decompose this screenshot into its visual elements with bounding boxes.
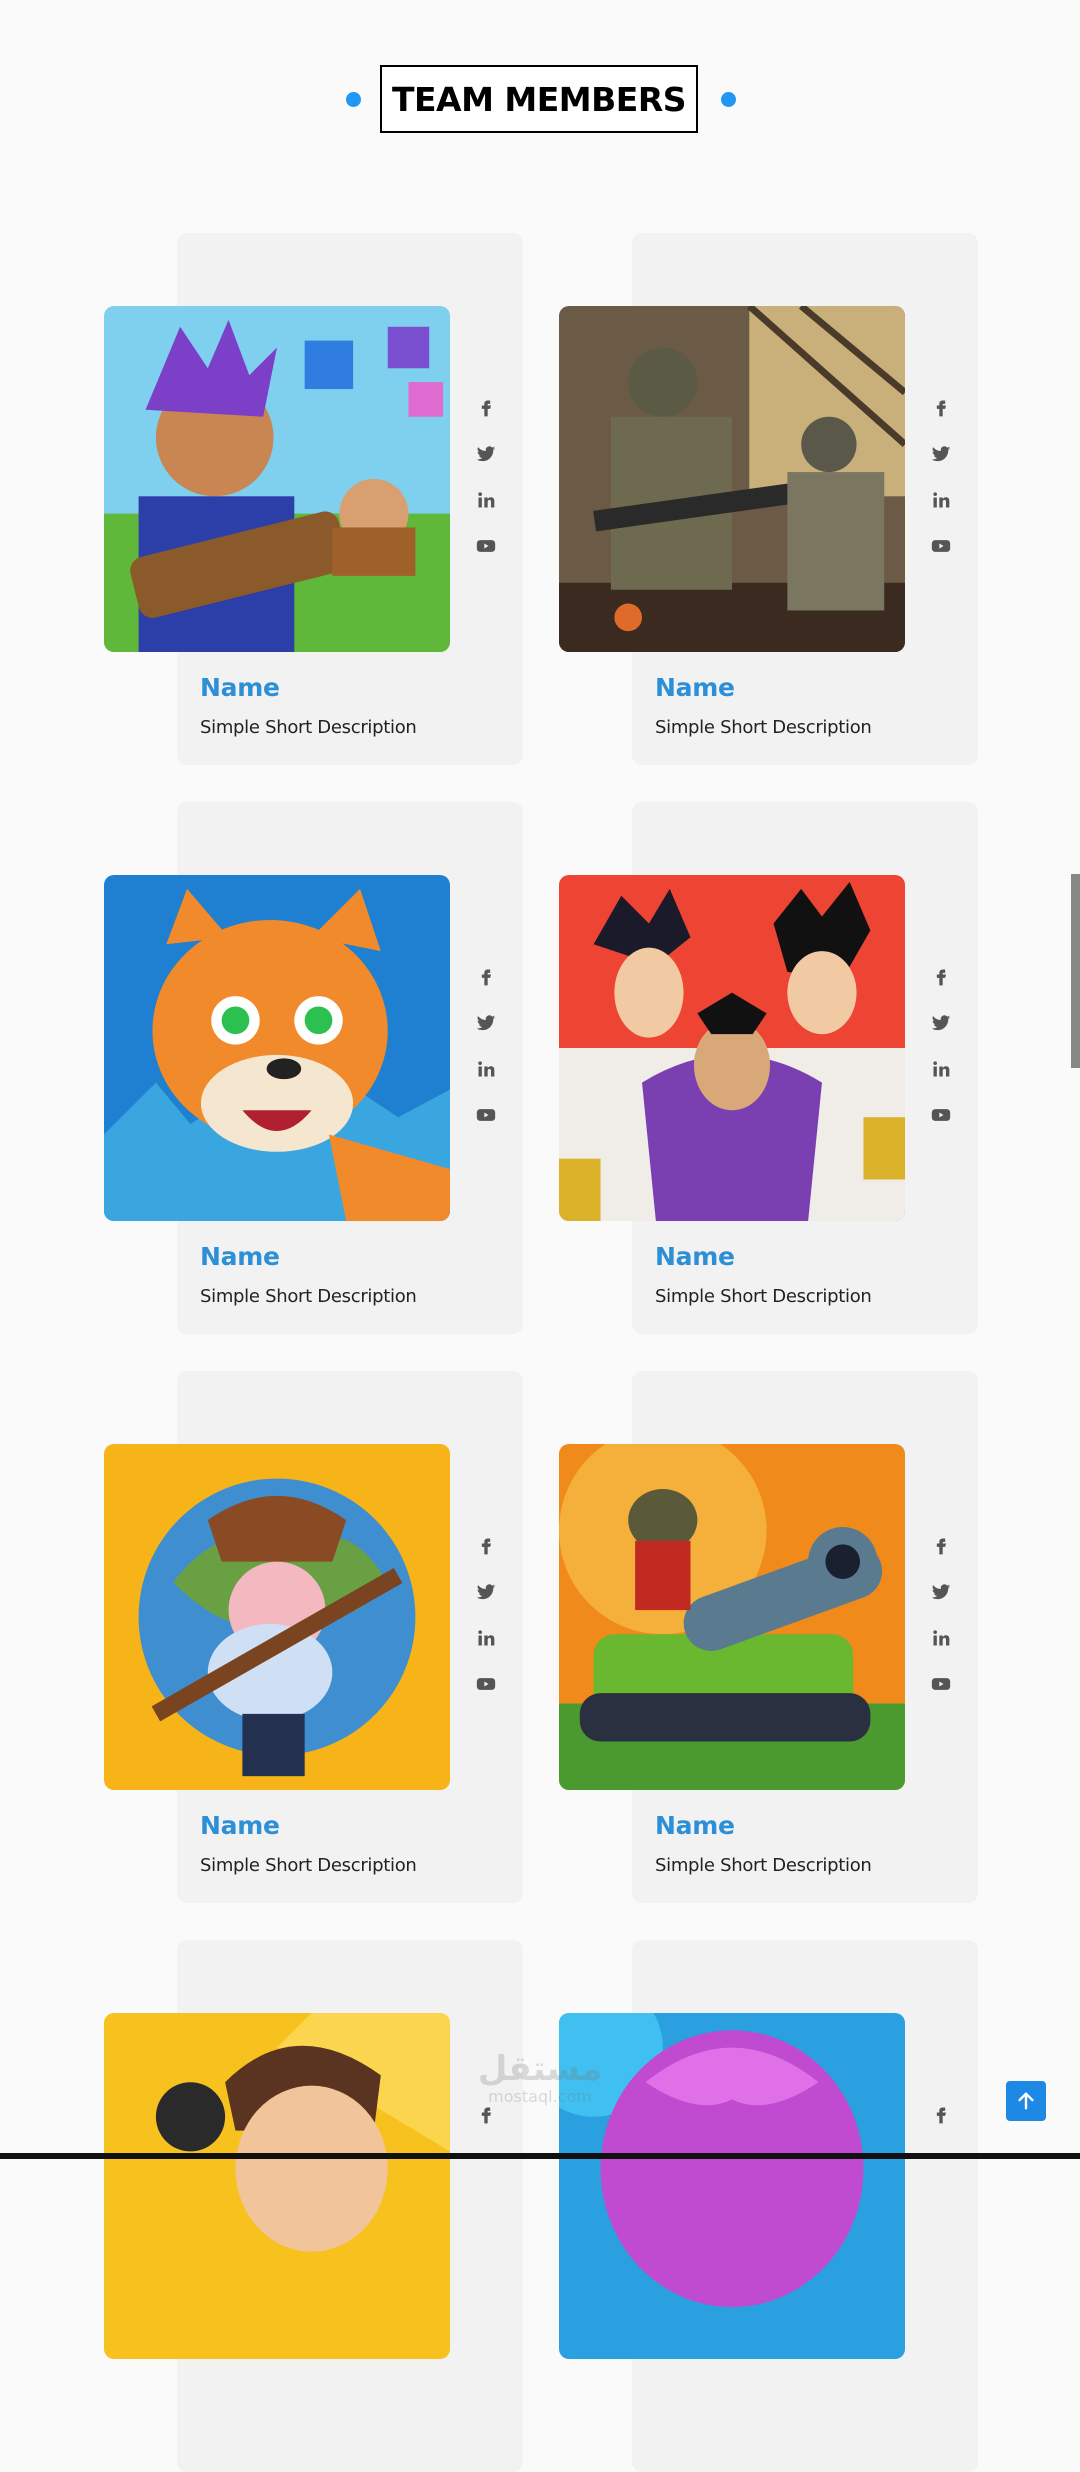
member-photo-tiger [104,875,450,1221]
member-photo-tank [559,1444,905,1790]
facebook-icon[interactable] [926,962,956,992]
twitter-icon[interactable] [926,1577,956,1607]
member-name: Name [200,1242,280,1271]
social-links [471,1531,501,1715]
member-photo-anime-characters [559,875,905,1221]
linkedin-icon[interactable] [471,485,501,515]
social-links [926,2100,956,2146]
youtube-icon[interactable] [471,1669,501,1699]
facebook-icon[interactable] [926,393,956,423]
watermark-latin: mostaql.com [488,2087,592,2106]
member-description: Simple Short Description [655,1855,872,1876]
member-description: Simple Short Description [200,717,417,738]
social-links [471,393,501,577]
social-links [926,1531,956,1715]
facebook-icon[interactable] [926,2100,956,2130]
linkedin-icon[interactable] [926,1623,956,1653]
linkedin-icon[interactable] [471,1623,501,1653]
member-name: Name [200,1811,280,1840]
twitter-icon[interactable] [471,1008,501,1038]
linkedin-icon[interactable] [926,1054,956,1084]
youtube-icon[interactable] [471,531,501,561]
linkedin-icon[interactable] [471,1054,501,1084]
member-name: Name [200,673,280,702]
member-name: Name [655,673,735,702]
section-title: TEAM MEMBERS [380,65,698,133]
member-description: Simple Short Description [655,1286,872,1307]
facebook-icon[interactable] [471,962,501,992]
bottom-bar [0,2153,1080,2159]
twitter-icon[interactable] [471,439,501,469]
youtube-icon[interactable] [926,1100,956,1130]
member-description: Simple Short Description [200,1286,417,1307]
member-name: Name [655,1811,735,1840]
member-description: Simple Short Description [200,1855,417,1876]
twitter-icon[interactable] [926,1008,956,1038]
youtube-icon[interactable] [926,1669,956,1699]
youtube-icon[interactable] [471,1100,501,1130]
watermark: مستقل mostaql.com [475,2050,605,2115]
social-links [926,962,956,1146]
member-photo-soldiers [559,306,905,652]
member-photo-old-miner [104,1444,450,1790]
facebook-icon[interactable] [471,393,501,423]
heading-dot-left [346,92,361,107]
member-name: Name [655,1242,735,1271]
social-links [471,962,501,1146]
member-description: Simple Short Description [655,717,872,738]
twitter-icon[interactable] [926,439,956,469]
member-photo-pink-hair [559,2013,905,2359]
facebook-icon[interactable] [471,1531,501,1561]
arrow-up-icon [1018,2092,1034,2110]
linkedin-icon[interactable] [926,485,956,515]
twitter-icon[interactable] [471,1577,501,1607]
social-links [926,393,956,577]
section-header: TEAM MEMBERS [0,65,1080,135]
back-to-top-button[interactable] [1006,2081,1046,2121]
scrollbar-thumb[interactable] [1071,874,1080,1068]
facebook-icon[interactable] [926,1531,956,1561]
member-photo-cartoon-boy-bazooka [104,306,450,652]
youtube-icon[interactable] [926,531,956,561]
watermark-arabic: مستقل [477,2049,603,2089]
member-photo-cartoon-man [104,2013,450,2359]
heading-dot-right [721,92,736,107]
